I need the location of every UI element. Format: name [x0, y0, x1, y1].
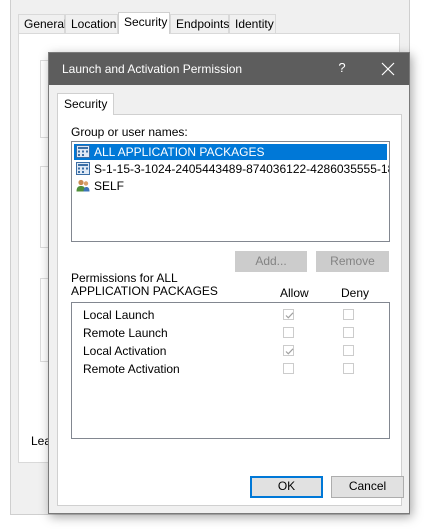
package-icon: [76, 162, 90, 175]
permissions-label: Permissions for ALL APPLICATION PACKAGES: [71, 272, 218, 298]
security-panel: Group or user names: ALL APPLICATION PAC…: [57, 114, 402, 506]
list-item[interactable]: S-1-15-3-1024-2405443489-874036122-42860…: [74, 161, 389, 177]
permission-name: Local Launch: [83, 308, 155, 322]
table-row: Remote Activation: [72, 361, 389, 378]
dialog-title: Launch and Activation Permission: [62, 62, 243, 76]
deny-column-header: Deny: [341, 286, 370, 300]
allow-checkbox[interactable]: [283, 309, 294, 320]
tab-general[interactable]: General: [18, 14, 67, 33]
tab-location[interactable]: Location: [65, 14, 118, 33]
user-name: S-1-15-3-1024-2405443489-874036122-42860…: [94, 162, 389, 176]
table-row: Local Launch: [72, 307, 389, 324]
table-row: Local Activation: [72, 343, 389, 360]
user-name: ALL APPLICATION PACKAGES: [94, 145, 265, 159]
list-item[interactable]: ALL APPLICATION PACKAGES: [74, 144, 387, 160]
remove-button[interactable]: Remove: [316, 251, 389, 272]
user-list[interactable]: ALL APPLICATION PACKAGES S-1-15-3-1024-2…: [71, 141, 390, 242]
deny-checkbox[interactable]: [343, 345, 354, 356]
ok-button[interactable]: OK: [250, 476, 323, 498]
help-button[interactable]: ?: [332, 60, 352, 75]
permissions-label-line2: APPLICATION PACKAGES: [71, 284, 218, 298]
deny-checkbox[interactable]: [343, 309, 354, 320]
permission-name: Remote Launch: [83, 326, 168, 340]
dialog-titlebar[interactable]: Launch and Activation Permission ?: [49, 53, 409, 85]
deny-checkbox[interactable]: [343, 327, 354, 338]
tab-security[interactable]: Security: [118, 12, 170, 34]
tab-identity[interactable]: Identity: [229, 14, 276, 33]
table-row: Remote Launch: [72, 325, 389, 342]
tab-dialog-security[interactable]: Security: [57, 93, 115, 115]
add-button[interactable]: Add...: [235, 251, 307, 272]
list-item[interactable]: SELF: [74, 178, 127, 194]
close-icon[interactable]: [376, 57, 400, 81]
permission-name: Local Activation: [83, 344, 167, 358]
allow-column-header: Allow: [280, 286, 309, 300]
permission-dialog: Launch and Activation Permission ? Secur…: [48, 52, 410, 514]
user-name: SELF: [94, 179, 125, 193]
cancel-button[interactable]: Cancel: [331, 476, 404, 498]
deny-checkbox[interactable]: [343, 363, 354, 374]
allow-checkbox[interactable]: [283, 345, 294, 356]
permission-name: Remote Activation: [83, 362, 180, 376]
group-names-label: Group or user names:: [71, 125, 188, 139]
tab-endpoints[interactable]: Endpoints: [170, 14, 229, 33]
allow-checkbox[interactable]: [283, 327, 294, 338]
package-icon: [76, 145, 90, 158]
permissions-list: Local Launch Remote Launch Local Activat…: [71, 302, 390, 439]
allow-checkbox[interactable]: [283, 363, 294, 374]
users-icon: [76, 179, 90, 192]
